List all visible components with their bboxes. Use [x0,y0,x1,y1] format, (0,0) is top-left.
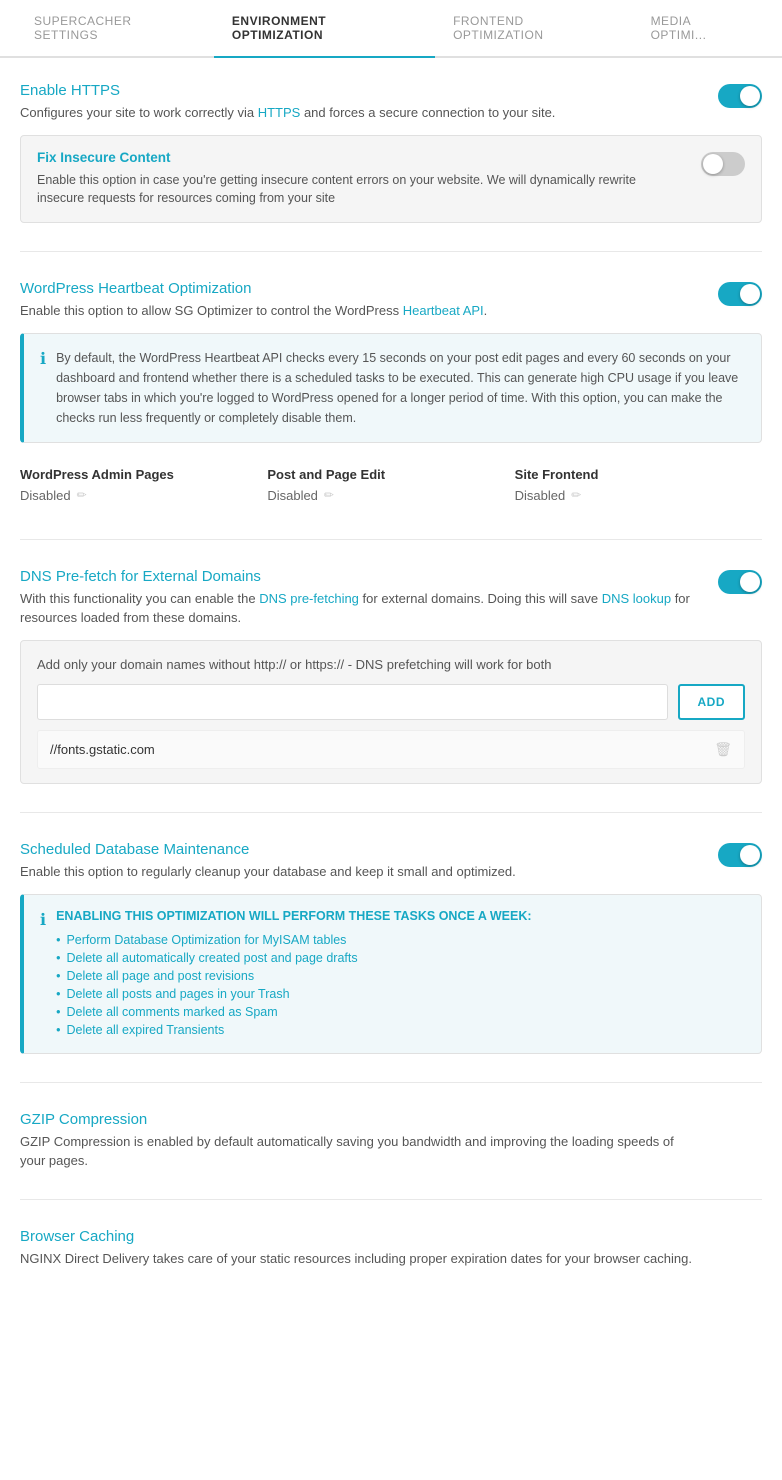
heartbeat-info-box: ℹ By default, the WordPress Heartbeat AP… [20,333,762,443]
task-item-3: Delete all page and post revisions [56,967,531,985]
dns-entry: //fonts.gstatic.com 🗑 [37,730,745,769]
dns-delete-icon[interactable]: 🗑 [714,741,732,758]
heartbeat-columns: WordPress Admin Pages Disabled ✏ Post an… [20,459,762,511]
dns-title: DNS Pre-fetch for External Domains [20,568,700,585]
dns-toggle[interactable] [718,570,762,594]
heartbeat-api-link: Heartbeat API [403,303,484,318]
database-info-box: ℹ ENABLING THIS OPTIMIZATION WILL PERFOR… [20,894,762,1054]
database-toggle[interactable] [718,843,762,867]
task-item-4: Delete all posts and pages in your Trash [56,985,531,1003]
heartbeat-desc: Enable this option to allow SG Optimizer… [20,301,487,321]
https-header: Enable HTTPS Configures your site to wor… [20,82,762,123]
https-desc: Configures your site to work correctly v… [20,103,555,123]
fix-insecure-content: Fix Insecure Content Enable this option … [37,150,681,209]
tab-frontend[interactable]: FRONTEND OPTIMIZATION [435,0,633,58]
main-content: Enable HTTPS Configures your site to wor… [0,58,782,1348]
dns-link2: DNS lookup [602,591,671,606]
browser-section: Browser Caching NGINX Direct Delivery ta… [20,1228,762,1297]
fix-insecure-box: Fix Insecure Content Enable this option … [20,135,762,224]
gzip-desc: GZIP Compression is enabled by default a… [20,1132,700,1171]
heartbeat-title-group: WordPress Heartbeat Optimization Enable … [20,280,487,321]
heartbeat-admin-label: WordPress Admin Pages [20,467,267,482]
tab-media[interactable]: MEDIA OPTIMI... [633,0,766,58]
database-desc: Enable this option to regularly cleanup … [20,862,516,882]
database-section: Scheduled Database Maintenance Enable th… [20,841,762,1083]
database-header: Scheduled Database Maintenance Enable th… [20,841,762,882]
dns-entry-text: //fonts.gstatic.com [50,742,155,757]
dns-input-box: Add only your domain names without http:… [20,640,762,785]
heartbeat-frontend-edit-icon[interactable]: ✏ [571,488,581,502]
dns-add-button[interactable]: ADD [678,684,746,720]
info-icon: ℹ [40,349,46,369]
heartbeat-toggle[interactable] [718,282,762,306]
heartbeat-post-value: Disabled ✏ [267,488,514,503]
database-task-list: Perform Database Optimization for MyISAM… [56,931,531,1039]
dns-input-area: ADD [37,684,745,720]
heartbeat-info-inner: ℹ By default, the WordPress Heartbeat AP… [40,348,745,428]
gzip-section: GZIP Compression GZIP Compression is ena… [20,1111,762,1200]
dns-header: DNS Pre-fetch for External Domains With … [20,568,762,628]
browser-desc: NGINX Direct Delivery takes care of your… [20,1249,700,1269]
database-title: Scheduled Database Maintenance [20,841,516,858]
heartbeat-admin-disabled: Disabled [20,488,71,503]
dns-title-group: DNS Pre-fetch for External Domains With … [20,568,700,628]
heartbeat-col-admin: WordPress Admin Pages Disabled ✏ [20,459,267,511]
database-task-header: ENABLING THIS OPTIMIZATION WILL PERFORM … [56,909,531,923]
heartbeat-info-text: By default, the WordPress Heartbeat API … [56,348,745,428]
heartbeat-frontend-value: Disabled ✏ [515,488,762,503]
task-item-2: Delete all automatically created post an… [56,949,531,967]
dns-domain-input[interactable] [37,684,668,720]
heartbeat-header: WordPress Heartbeat Optimization Enable … [20,280,762,321]
heartbeat-frontend-label: Site Frontend [515,467,762,482]
heartbeat-post-label: Post and Page Edit [267,467,514,482]
database-tasks-content: ENABLING THIS OPTIMIZATION WILL PERFORM … [56,909,531,1039]
https-title-group: Enable HTTPS Configures your site to wor… [20,82,555,123]
https-title: Enable HTTPS [20,82,555,99]
dns-hint: Add only your domain names without http:… [37,655,717,675]
database-info-icon: ℹ [40,910,46,930]
task-item-5: Delete all comments marked as Spam [56,1003,531,1021]
heartbeat-post-disabled: Disabled [267,488,318,503]
tab-supercacher[interactable]: SUPERCACHER SETTINGS [16,0,214,58]
heartbeat-col-post: Post and Page Edit Disabled ✏ [267,459,514,511]
heartbeat-admin-edit-icon[interactable]: ✏ [77,488,87,502]
https-link: HTTPS [258,105,301,120]
dns-link: DNS pre-fetching [259,591,359,606]
task-item-6: Delete all expired Transients [56,1021,531,1039]
heartbeat-post-edit-icon[interactable]: ✏ [324,488,334,502]
dns-section: DNS Pre-fetch for External Domains With … [20,568,762,814]
task-item-1: Perform Database Optimization for MyISAM… [56,931,531,949]
https-toggle[interactable] [718,84,762,108]
https-section: Enable HTTPS Configures your site to wor… [20,82,762,252]
heartbeat-section: WordPress Heartbeat Optimization Enable … [20,280,762,540]
fix-insecure-toggle[interactable] [701,152,745,176]
heartbeat-col-frontend: Site Frontend Disabled ✏ [515,459,762,511]
heartbeat-frontend-disabled: Disabled [515,488,566,503]
fix-insecure-title: Fix Insecure Content [37,150,681,165]
fix-insecure-desc: Enable this option in case you're gettin… [37,171,681,209]
dns-desc: With this functionality you can enable t… [20,589,700,628]
browser-title: Browser Caching [20,1228,762,1245]
database-title-group: Scheduled Database Maintenance Enable th… [20,841,516,882]
heartbeat-title: WordPress Heartbeat Optimization [20,280,487,297]
heartbeat-admin-value: Disabled ✏ [20,488,267,503]
gzip-title: GZIP Compression [20,1111,762,1128]
database-info-inner: ℹ ENABLING THIS OPTIMIZATION WILL PERFOR… [40,909,745,1039]
navigation-tabs: SUPERCACHER SETTINGS ENVIRONMENT OPTIMIZ… [0,0,782,58]
tab-environment[interactable]: ENVIRONMENT OPTIMIZATION [214,0,435,58]
